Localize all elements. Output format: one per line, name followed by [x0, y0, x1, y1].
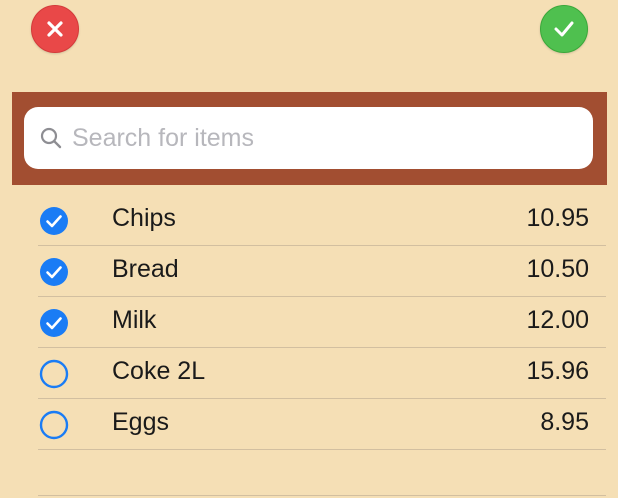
item-price: 12.00	[526, 306, 589, 334]
checked-circle-icon[interactable]	[39, 206, 69, 236]
item-name: Bread	[112, 255, 179, 283]
checked-circle-icon[interactable]	[39, 257, 69, 287]
checked-circle-icon[interactable]	[39, 308, 69, 338]
item-name: Chips	[112, 204, 176, 232]
item-name: Milk	[112, 306, 157, 334]
unchecked-circle-icon[interactable]	[39, 410, 69, 440]
item-name: Eggs	[112, 408, 169, 436]
item-price: 15.96	[526, 357, 589, 385]
list-item[interactable]: Eggs 8.95	[38, 399, 606, 450]
list-item[interactable]: Milk 12.00	[38, 297, 606, 348]
search-bar-container: Search for items	[12, 92, 607, 185]
close-icon	[47, 21, 63, 37]
list-item[interactable]: Bread 10.50	[38, 246, 606, 297]
item-list: Chips 10.95 Bread 10.50 Milk 12.00 Coke 2L 15.9…	[38, 195, 606, 450]
item-name: Coke 2L	[112, 357, 206, 385]
list-item[interactable]: Chips 10.95	[38, 195, 606, 246]
search-input[interactable]: Search for items	[24, 107, 593, 169]
item-price: 10.95	[526, 204, 589, 232]
item-price: 8.95	[540, 408, 589, 436]
unchecked-circle-icon[interactable]	[39, 359, 69, 389]
item-price: 10.50	[526, 255, 589, 283]
search-icon	[38, 125, 64, 151]
checkmark-icon	[554, 21, 574, 37]
top-toolbar	[0, 0, 618, 60]
footer-divider	[38, 495, 606, 496]
cancel-button[interactable]	[31, 5, 79, 53]
list-item[interactable]: Coke 2L 15.96	[38, 348, 606, 399]
search-placeholder: Search for items	[72, 123, 255, 152]
confirm-button[interactable]	[540, 5, 588, 53]
